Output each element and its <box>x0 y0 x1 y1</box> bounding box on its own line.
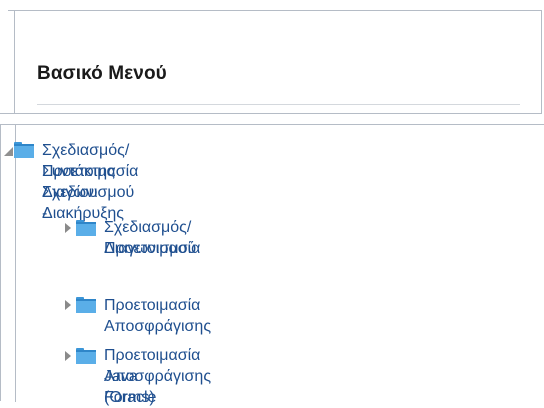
tree-node-label[interactable]: Συντάκτης Σχεδίου Διακήρυξης <box>42 161 124 224</box>
title-divider <box>37 104 520 105</box>
panel-divider <box>14 10 542 11</box>
tree-node-label[interactable]: Προετοιμασία Αποσφράγισης <box>104 295 211 337</box>
folder-icon <box>76 297 96 313</box>
triangle-collapsed-icon[interactable] <box>65 300 71 310</box>
triangle-collapsed-icon[interactable] <box>65 351 71 361</box>
panel-divider <box>14 10 15 114</box>
tree-node-label[interactable]: Διαγωνισμού <box>104 238 196 259</box>
folder-icon <box>76 348 96 364</box>
main-menu-panel <box>0 10 542 114</box>
folder-icon <box>14 142 34 158</box>
triangle-collapsed-icon[interactable] <box>65 223 71 233</box>
panel-divider <box>15 125 16 402</box>
page-title: Βασικό Μενού <box>37 63 167 84</box>
tree-node-label[interactable]: Java Forms) <box>104 366 155 408</box>
folder-icon <box>76 220 96 236</box>
triangle-expanded-icon[interactable] <box>4 147 13 156</box>
